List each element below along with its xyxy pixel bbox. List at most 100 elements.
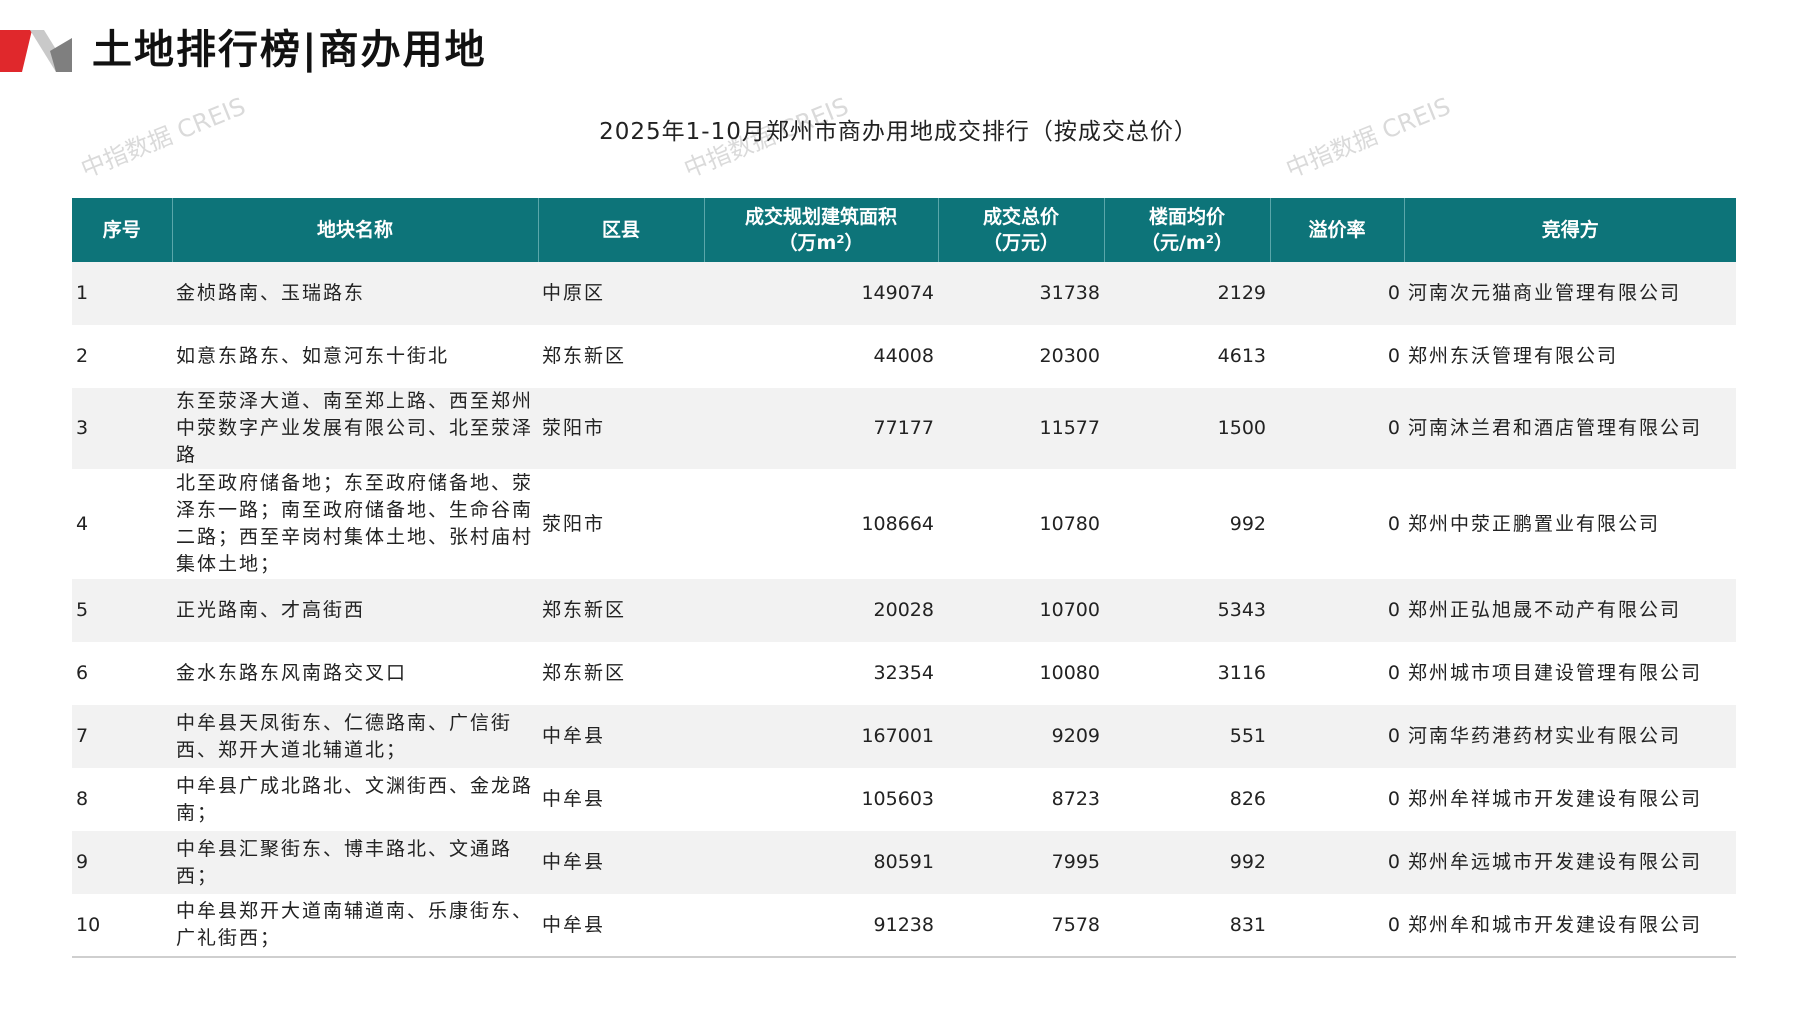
row-district: 郑东新区 bbox=[538, 642, 704, 705]
row-district: 郑东新区 bbox=[538, 325, 704, 388]
row-premium: 0 bbox=[1270, 388, 1404, 469]
col-header-index: 序号 bbox=[72, 198, 172, 262]
table-row: 10 中牟县郑开大道南辅道南、乐康街东、广礼街西； 中牟县 91238 7578… bbox=[72, 894, 1736, 958]
row-premium: 0 bbox=[1270, 768, 1404, 831]
row-district: 中原区 bbox=[538, 262, 704, 325]
row-area: 20028 bbox=[704, 579, 938, 642]
table-title: 2025年1-10月郑州市商办用地成交排行（按成交总价） bbox=[599, 119, 1198, 145]
row-land-name: 中牟县天凤街东、仁德路南、广信街西、郑开大道北辅道北； bbox=[172, 705, 538, 768]
row-winner: 河南沐兰君和酒店管理有限公司 bbox=[1404, 388, 1736, 469]
table-row: 4 北至政府储备地；东至政府储备地、荥泽东一路；南至政府储备地、生命谷南二路；西… bbox=[72, 469, 1736, 579]
row-total-price: 10780 bbox=[938, 469, 1104, 579]
table-row: 5 正光路南、才高街西 郑东新区 20028 10700 5343 0 郑州正弘… bbox=[72, 579, 1736, 642]
row-district: 郑东新区 bbox=[538, 579, 704, 642]
row-winner: 郑州牟远城市开发建设有限公司 bbox=[1404, 831, 1736, 894]
row-total-price: 11577 bbox=[938, 388, 1104, 469]
row-total-price: 10700 bbox=[938, 579, 1104, 642]
row-premium: 0 bbox=[1270, 831, 1404, 894]
row-total-price: 8723 bbox=[938, 768, 1104, 831]
row-district: 荥阳市 bbox=[538, 388, 704, 469]
col-header-district: 区县 bbox=[537, 198, 704, 262]
row-district: 荥阳市 bbox=[538, 469, 704, 579]
row-premium: 0 bbox=[1270, 262, 1404, 325]
table-header-row: 序号 地块名称 区县 成交规划建筑面积 （万m²） 成交总价 （万元） 楼面均价 （元… bbox=[72, 198, 1736, 262]
row-premium: 0 bbox=[1270, 469, 1404, 579]
row-unit-price: 2129 bbox=[1104, 262, 1270, 325]
row-area: 77177 bbox=[704, 388, 938, 469]
row-index: 10 bbox=[72, 894, 172, 958]
row-area: 44008 bbox=[704, 325, 938, 388]
page-title: 土地排行榜|商办用地 bbox=[92, 27, 487, 73]
row-premium: 0 bbox=[1270, 705, 1404, 768]
row-index: 6 bbox=[72, 642, 172, 705]
row-winner: 郑州正弘旭晟不动产有限公司 bbox=[1404, 579, 1736, 642]
row-winner: 郑州中荥正鹏置业有限公司 bbox=[1404, 469, 1736, 579]
table-row: 1 金桢路南、玉瑞路东 中原区 149074 31738 2129 0 河南次元… bbox=[72, 262, 1736, 325]
row-index: 8 bbox=[72, 768, 172, 831]
row-area: 149074 bbox=[704, 262, 938, 325]
table-row: 3 东至荥泽大道、南至郑上路、西至郑州中荥数字产业发展有限公司、北至荥泽路 荥阳… bbox=[72, 388, 1736, 469]
table-row: 8 中牟县广成北路北、文渊街西、金龙路南； 中牟县 105603 8723 82… bbox=[72, 768, 1736, 831]
row-land-name: 中牟县郑开大道南辅道南、乐康街东、广礼街西； bbox=[172, 894, 538, 958]
row-premium: 0 bbox=[1270, 325, 1404, 388]
row-land-name: 金桢路南、玉瑞路东 bbox=[172, 262, 538, 325]
row-unit-price: 992 bbox=[1104, 831, 1270, 894]
col-header-total: 成交总价 （万元） bbox=[937, 198, 1104, 262]
row-winner: 郑州东沃管理有限公司 bbox=[1404, 325, 1736, 388]
row-land-name: 中牟县广成北路北、文渊街西、金龙路南； bbox=[172, 768, 538, 831]
row-index: 9 bbox=[72, 831, 172, 894]
row-total-price: 9209 bbox=[938, 705, 1104, 768]
row-premium: 0 bbox=[1270, 642, 1404, 705]
col-header-name: 地块名称 bbox=[171, 198, 538, 262]
col-header-unit-price: 楼面均价 （元/m²） bbox=[1103, 198, 1270, 262]
row-district: 中牟县 bbox=[538, 894, 704, 958]
row-premium: 0 bbox=[1270, 894, 1404, 958]
row-area: 105603 bbox=[704, 768, 938, 831]
col-header-premium: 溢价率 bbox=[1269, 198, 1404, 262]
table-row: 7 中牟县天凤街东、仁德路南、广信街西、郑开大道北辅道北； 中牟县 167001… bbox=[72, 705, 1736, 768]
table-row: 6 金水东路东风南路交叉口 郑东新区 32354 10080 3116 0 郑州… bbox=[72, 642, 1736, 705]
row-district: 中牟县 bbox=[538, 831, 704, 894]
row-total-price: 7995 bbox=[938, 831, 1104, 894]
row-land-name: 如意东路东、如意河东十街北 bbox=[172, 325, 538, 388]
row-winner: 郑州城市项目建设管理有限公司 bbox=[1404, 642, 1736, 705]
row-land-name: 东至荥泽大道、南至郑上路、西至郑州中荥数字产业发展有限公司、北至荥泽路 bbox=[172, 388, 538, 469]
row-area: 80591 bbox=[704, 831, 938, 894]
row-area: 32354 bbox=[704, 642, 938, 705]
table-row: 2 如意东路东、如意河东十街北 郑东新区 44008 20300 4613 0 … bbox=[72, 325, 1736, 388]
col-header-area: 成交规划建筑面积 （万m²） bbox=[703, 198, 938, 262]
row-unit-price: 3116 bbox=[1104, 642, 1270, 705]
row-total-price: 20300 bbox=[938, 325, 1104, 388]
row-unit-price: 826 bbox=[1104, 768, 1270, 831]
row-unit-price: 831 bbox=[1104, 894, 1270, 958]
row-unit-price: 1500 bbox=[1104, 388, 1270, 469]
row-index: 4 bbox=[72, 469, 172, 579]
row-land-name: 金水东路东风南路交叉口 bbox=[172, 642, 538, 705]
row-winner: 郑州牟和城市开发建设有限公司 bbox=[1404, 894, 1736, 958]
row-total-price: 7578 bbox=[938, 894, 1104, 958]
header-decoration-icon bbox=[0, 30, 72, 72]
row-index: 1 bbox=[72, 262, 172, 325]
row-district: 中牟县 bbox=[538, 768, 704, 831]
row-area: 108664 bbox=[704, 469, 938, 579]
table-row: 9 中牟县汇聚街东、博丰路北、文通路西； 中牟县 80591 7995 992 … bbox=[72, 831, 1736, 894]
row-index: 7 bbox=[72, 705, 172, 768]
row-land-name: 中牟县汇聚街东、博丰路北、文通路西； bbox=[172, 831, 538, 894]
row-winner: 河南次元猫商业管理有限公司 bbox=[1404, 262, 1736, 325]
row-unit-price: 992 bbox=[1104, 469, 1270, 579]
land-ranking-table: 序号 地块名称 区县 成交规划建筑面积 （万m²） 成交总价 （万元） 楼面均价 （元… bbox=[72, 198, 1736, 958]
row-winner: 河南华药港药材实业有限公司 bbox=[1404, 705, 1736, 768]
row-land-name: 北至政府储备地；东至政府储备地、荥泽东一路；南至政府储备地、生命谷南二路；西至辛… bbox=[172, 469, 538, 579]
row-area: 167001 bbox=[704, 705, 938, 768]
row-index: 3 bbox=[72, 388, 172, 469]
row-total-price: 31738 bbox=[938, 262, 1104, 325]
col-header-winner: 竞得方 bbox=[1403, 198, 1736, 262]
row-premium: 0 bbox=[1270, 579, 1404, 642]
row-winner: 郑州牟祥城市开发建设有限公司 bbox=[1404, 768, 1736, 831]
row-unit-price: 5343 bbox=[1104, 579, 1270, 642]
row-index: 2 bbox=[72, 325, 172, 388]
row-total-price: 10080 bbox=[938, 642, 1104, 705]
row-unit-price: 551 bbox=[1104, 705, 1270, 768]
row-index: 5 bbox=[72, 579, 172, 642]
row-land-name: 正光路南、才高街西 bbox=[172, 579, 538, 642]
